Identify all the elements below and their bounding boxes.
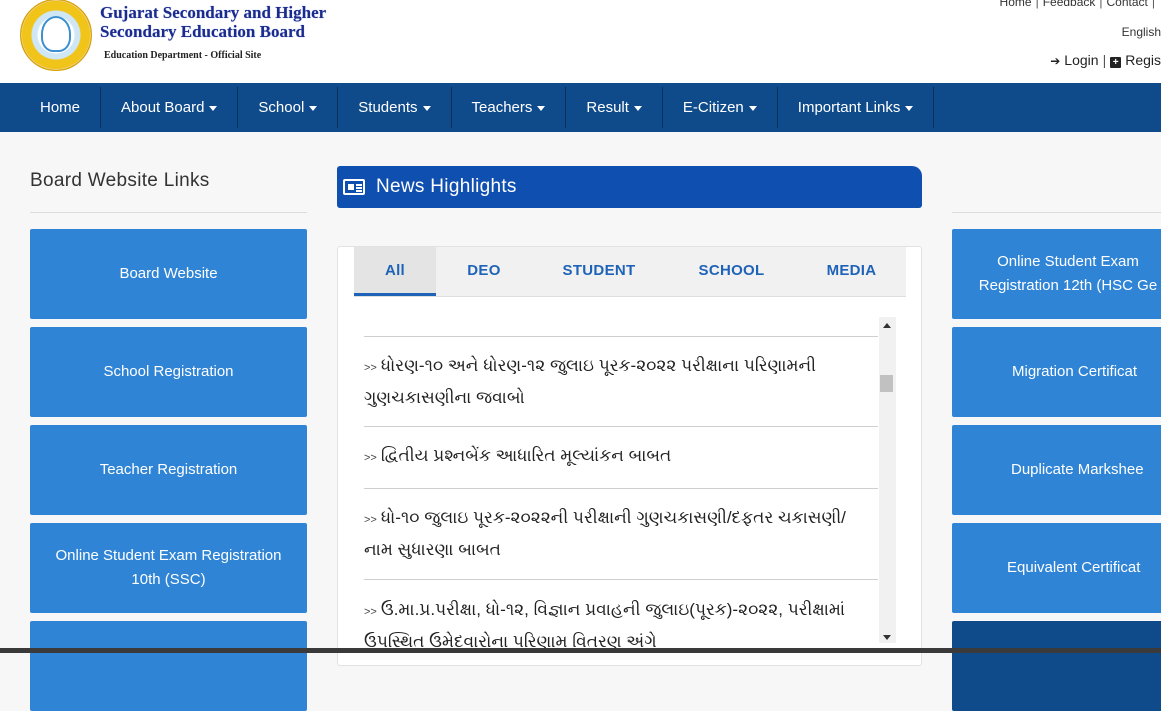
tab-student[interactable]: STUDENT (549, 247, 649, 296)
toplink-home[interactable]: Home (1000, 0, 1032, 9)
nav-important-links[interactable]: Important Links (778, 87, 935, 128)
bottom-taskbar-strip (0, 648, 1161, 653)
news-divider (364, 426, 878, 427)
tab-deo[interactable]: DEO (449, 247, 519, 296)
plus-square-icon: + (1110, 57, 1122, 68)
caret-down-icon (633, 105, 642, 111)
news-item[interactable]: >> ઉ.મા.પ્ર.પરીક્ષા, ધો-૧૨, વિજ્ઞાન પ્રવા… (364, 595, 878, 653)
tab-media[interactable]: MEDIA (814, 247, 889, 296)
nav-school[interactable]: School (238, 87, 339, 128)
caret-down-icon (748, 105, 757, 111)
link-migration-certificate[interactable]: Migration Certificat (952, 327, 1161, 417)
link-board-website[interactable]: Board Website (30, 229, 307, 319)
news-highlights-header: News Highlights (337, 166, 922, 208)
news-panel: All DEO STUDENT SCHOOL MEDIA >> ધોરણ-૧૦ અ… (337, 246, 922, 666)
board-logo-icon[interactable] (20, 0, 92, 71)
news-divider (364, 579, 878, 580)
link-box-partial[interactable] (30, 621, 307, 711)
nav-students[interactable]: Students (338, 87, 452, 128)
news-item[interactable]: >> ધો-૧૦ જુલાઇ પૂરક-૨૦૨૨ની પરીક્ષાની ગુણચ… (364, 503, 878, 564)
news-tabs: All DEO STUDENT SCHOOL MEDIA (354, 247, 906, 297)
nav-e-citizen[interactable]: E-Citizen (663, 87, 778, 128)
scroll-thumb[interactable] (880, 375, 893, 392)
language-selector[interactable]: English (1122, 25, 1161, 39)
board-name-line1: Gujarat Secondary and Higher (100, 3, 327, 22)
link-teacher-registration[interactable]: Teacher Registration (30, 425, 307, 515)
toplink-feedback[interactable]: Feedback (1043, 0, 1096, 9)
link-ssc-exam-registration[interactable]: Online Student Exam Registration 10th (S… (30, 523, 307, 613)
link-duplicate-marksheet[interactable]: Duplicate Markshee (952, 425, 1161, 515)
nav-home[interactable]: Home (20, 87, 102, 128)
caret-down-icon (309, 105, 318, 111)
caret-down-icon (537, 105, 546, 111)
login-link[interactable]: ➔ Login (1050, 52, 1098, 68)
main-nav: Home About Board School Students Teacher… (0, 83, 1161, 132)
top-links: Home | Feedback | Contact | (1000, 0, 1159, 9)
divider (952, 212, 1161, 213)
nav-about-board[interactable]: About Board (101, 87, 239, 128)
tab-school[interactable]: SCHOOL (684, 247, 779, 296)
news-item[interactable]: >> ધોરણ-૧૦ અને ધોરણ-૧૨ જુલાઇ પૂરક-૨૦૨૨ પર… (364, 351, 878, 412)
newspaper-icon (343, 179, 365, 195)
link-equivalent-certificate[interactable]: Equivalent Certificat (952, 523, 1161, 613)
link-box-partial[interactable] (952, 621, 1161, 711)
news-divider (364, 336, 878, 337)
toplink-contact[interactable]: Contact (1107, 0, 1148, 9)
scroll-up-icon[interactable] (883, 323, 891, 328)
board-name-line2: Secondary Education Board (100, 22, 305, 41)
logo-swan-emblem (41, 16, 71, 52)
register-link[interactable]: + Regis (1110, 52, 1161, 68)
board-name[interactable]: Gujarat Secondary and Higher Secondary E… (100, 3, 326, 41)
news-item[interactable]: >> દ્વિતીય પ્રશ્નબેંક આધારિત મૂલ્યાંકન બા… (364, 441, 878, 473)
divider (30, 212, 307, 213)
caret-down-icon (422, 105, 431, 111)
auth-links: ➔ Login | + Regis (1050, 52, 1161, 68)
tab-all[interactable]: All (354, 247, 436, 296)
link-hsc-exam-registration[interactable]: Online Student Exam Registration 12th (H… (952, 229, 1161, 319)
news-divider (364, 488, 878, 489)
news-title: News Highlights (376, 176, 517, 197)
scroll-down-icon[interactable] (883, 635, 891, 640)
link-school-registration[interactable]: School Registration (30, 327, 307, 417)
site-header: Gujarat Secondary and Higher Secondary E… (0, 0, 1161, 83)
news-scrollbar[interactable] (879, 317, 896, 643)
sign-in-icon: ➔ (1050, 54, 1061, 68)
board-links-title: Board Website Links (30, 170, 210, 191)
caret-down-icon (905, 105, 914, 111)
board-subtitle: Education Department - Official Site (104, 50, 262, 61)
nav-teachers[interactable]: Teachers (452, 87, 567, 128)
news-list: >> ધોરણ-૧૦ અને ધોરણ-૧૨ જુલાઇ પૂરક-૨૦૨૨ પર… (354, 313, 878, 653)
caret-down-icon (209, 105, 218, 111)
nav-result[interactable]: Result (566, 87, 663, 128)
